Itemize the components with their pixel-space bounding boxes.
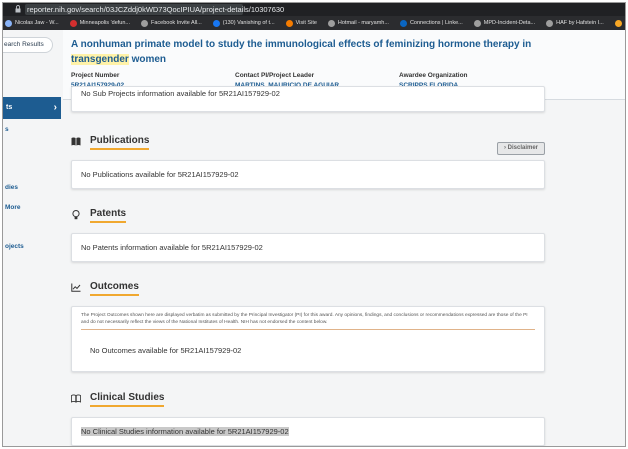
patents-card: No Patents information available for 5R2… (71, 233, 545, 262)
sub-projects-card: No Sub Projects information available fo… (71, 86, 545, 112)
clinical-studies-card: No Clinical Studies information availabl… (71, 417, 545, 446)
bookmark-item[interactable]: Nicolas Jaw - W... (5, 19, 59, 27)
outcomes-section-header: Outcomes (71, 281, 139, 296)
clinical-studies-section-header: Clinical Studies (71, 392, 165, 407)
download-icon (473, 19, 481, 27)
chevron-right-icon: › (53, 102, 57, 113)
bookmark-item[interactable]: Hotmail - maryamh... (327, 19, 389, 27)
publications-title: Publications (90, 135, 150, 150)
puzzle-icon (140, 19, 148, 27)
news-icon (69, 19, 77, 27)
sidebar-link[interactable]: dies (5, 184, 18, 191)
bookmark-label: MPD-Incident-Deta... (483, 20, 536, 26)
url-text[interactable]: reporter.nih.gov/search/03JCZddj0kWD73Qo… (27, 4, 284, 15)
sub-projects-text: No Sub Projects information available fo… (81, 89, 280, 98)
browser-address-bar: reporter.nih.gov/search/03JCZddj0kWD73Qo… (3, 3, 625, 16)
sidebar-item-active[interactable]: ts › (3, 97, 61, 119)
page-icon (5, 19, 12, 27)
clinical-studies-text: No Clinical Studies information availabl… (81, 427, 289, 436)
outcomes-notice: The Project Outcomes shown here are disp… (81, 313, 535, 330)
back-to-search-results-button[interactable]: earch Results (3, 37, 53, 53)
bookmark-label: Facebook Invite All... (150, 20, 202, 26)
bookmark-label: Minneapolis 'defun... (79, 20, 130, 26)
sidebar: earch Results ts › s dies More ojects (3, 30, 61, 446)
bookmark-label: (130) Vanishing of t... (222, 20, 275, 26)
patents-section-header: Patents (71, 208, 127, 223)
sidebar-item-label: ts (6, 104, 13, 111)
sidebar-link[interactable]: s (5, 126, 9, 133)
globe-icon (546, 19, 554, 27)
project-details-page: earch Results ts › s dies More ojects A non… (3, 30, 625, 446)
facebook-icon (212, 19, 220, 27)
publications-text: No Publications available for 5R21AI1579… (81, 170, 239, 179)
bookmark-label: Hotmail - maryamh... (337, 20, 389, 26)
bookmark-label: Connections | Linke... (409, 20, 463, 26)
lightbulb-icon (71, 209, 81, 220)
bookmark-item[interactable]: Visit Site (285, 19, 317, 27)
sidebar-link[interactable]: ojects (5, 243, 24, 250)
bookmark-label: Nicolas Jaw - W... (15, 20, 59, 26)
book-icon (71, 137, 81, 147)
disclaimer-button[interactable]: › Disclaimer (497, 142, 545, 155)
outcomes-title: Outcomes (90, 281, 139, 296)
lock-icon (15, 5, 21, 13)
bookmark-item[interactable]: (130) Vanishing of t... (212, 19, 275, 27)
bookmark-item[interactable]: Honeycolony (614, 19, 625, 27)
open-book-icon (71, 394, 81, 404)
bookmark-label: HAF by Hafstein I... (556, 20, 604, 26)
outcomes-card: The Project Outcomes shown here are disp… (71, 306, 545, 372)
bookmark-item[interactable]: MPD-Incident-Deta... (473, 19, 536, 27)
outcomes-text: No Outcomes available for 5R21AI157929-0… (90, 346, 242, 355)
publications-card: No Publications available for 5R21AI1579… (71, 160, 545, 189)
sidebar-link[interactable]: More (5, 204, 21, 211)
bookmark-item[interactable]: HAF by Hafstein I... (546, 19, 604, 27)
bookmark-item[interactable]: Facebook Invite All... (140, 19, 202, 27)
bee-icon (614, 19, 622, 27)
bookmark-item[interactable]: Connections | Linke... (399, 19, 463, 27)
line-chart-icon (71, 283, 81, 293)
patents-title: Patents (90, 208, 127, 223)
main-content: No Sub Projects information available fo… (63, 86, 625, 446)
bookmark-item[interactable]: Minneapolis 'defun... (69, 19, 130, 27)
bookmark-label: Visit Site (295, 20, 317, 26)
clinical-studies-title: Clinical Studies (90, 392, 165, 407)
site-icon (285, 19, 293, 27)
bookmarks-bar: Nicolas Jaw - W... Minneapolis 'defun... F… (3, 16, 625, 30)
puzzle-icon (327, 19, 335, 27)
linkedin-icon (399, 19, 407, 27)
patents-text: No Patents information available for 5R2… (81, 243, 263, 252)
search-highlight: transgender (71, 54, 129, 65)
publications-section-header: Publications (71, 135, 150, 150)
screenshot-frame: reporter.nih.gov/search/03JCZddj0kWD73Qo… (2, 2, 626, 447)
page-title: A nonhuman primate model to study the im… (71, 39, 532, 65)
